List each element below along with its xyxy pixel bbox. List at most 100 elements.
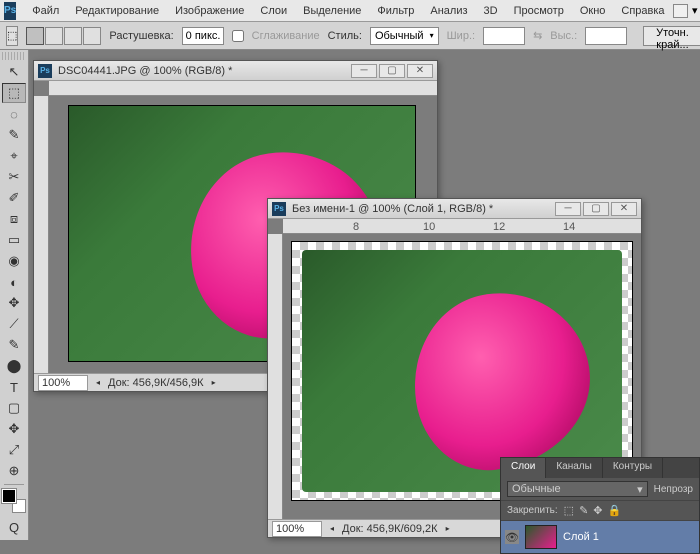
arrow-left-icon[interactable]: ◂ — [330, 524, 334, 533]
type-tool[interactable]: T — [2, 377, 26, 397]
doc-info[interactable]: Док: 456,9К/456,9К — [108, 377, 204, 389]
path-tool[interactable]: ▢ — [2, 398, 26, 418]
layers-panel: Слои Каналы Контуры Обычные▾ Непрозр Зак… — [500, 457, 700, 554]
gradient-tool[interactable]: ✥ — [2, 293, 26, 313]
visibility-toggle[interactable]: 👁 — [505, 530, 519, 544]
minimize-button[interactable]: ─ — [555, 202, 581, 216]
tool-preset-picker[interactable]: ⬚ — [6, 26, 18, 46]
doc-icon: Ps — [38, 64, 52, 78]
eyedropper-tool[interactable]: ✂ — [2, 167, 26, 187]
history-brush-tool[interactable]: ◉ — [2, 251, 26, 271]
image-content — [302, 250, 622, 493]
lock-pixels-icon[interactable]: ⬚ — [564, 504, 574, 517]
hand-tool[interactable]: ⤢ — [2, 440, 26, 460]
minimize-button[interactable]: ─ — [351, 64, 377, 78]
width-input — [483, 27, 525, 45]
arrow-right-icon[interactable]: ▸ — [212, 378, 216, 387]
menu-3d[interactable]: 3D — [476, 3, 506, 19]
wand-tool[interactable]: ✎ — [2, 125, 26, 145]
stamp-tool[interactable]: ▭ — [2, 230, 26, 250]
selection-add[interactable] — [45, 27, 63, 45]
tab-channels[interactable]: Каналы — [546, 458, 603, 478]
arrow-right-icon[interactable]: ▸ — [446, 524, 450, 533]
feather-input[interactable] — [182, 27, 224, 45]
layer-thumbnail[interactable] — [525, 525, 557, 549]
menu-layers[interactable]: Слои — [252, 3, 295, 19]
chevron-down-icon: ▾ — [430, 31, 434, 40]
layer-name[interactable]: Слой 1 — [563, 531, 599, 543]
toolbox-handle[interactable] — [2, 52, 26, 60]
menubar: Ps Файл Редактирование Изображение Слои … — [0, 0, 700, 22]
menu-file[interactable]: Файл — [24, 3, 67, 19]
maximize-button[interactable]: ▢ — [379, 64, 405, 78]
blend-mode-select[interactable]: Обычные▾ — [507, 481, 648, 497]
titlebar[interactable]: Ps DSC04441.JPG @ 100% (RGB/8) * ─ ▢ ✕ — [34, 61, 437, 81]
antialias-label: Сглаживание — [252, 30, 320, 42]
blur-tool[interactable]: ⟋ — [2, 314, 26, 334]
zoom-input[interactable]: 100% — [272, 521, 322, 537]
pen-tool[interactable]: ⬤ — [2, 356, 26, 376]
style-select[interactable]: Обычный▾ — [370, 27, 439, 45]
refine-edge-button[interactable]: Уточн. край... — [643, 26, 700, 46]
menu-view[interactable]: Просмотр — [506, 3, 572, 19]
maximize-button[interactable]: ▢ — [583, 202, 609, 216]
tab-paths[interactable]: Контуры — [603, 458, 663, 478]
antialias-checkbox[interactable] — [232, 30, 244, 42]
document-title: DSC04441.JPG @ 100% (RGB/8) * — [58, 65, 351, 77]
feather-label: Растушевка: — [109, 30, 173, 42]
doc-info[interactable]: Док: 456,9К/609,2К — [342, 523, 438, 535]
close-button[interactable]: ✕ — [611, 202, 637, 216]
height-label: Выс.: — [550, 30, 577, 42]
app-logo: Ps — [4, 2, 16, 20]
chevron-down-icon: ▾ — [637, 483, 643, 496]
ruler-horizontal[interactable]: 8 10 12 14 — [283, 219, 641, 234]
menu-filter[interactable]: Фильтр — [369, 3, 422, 19]
foreground-color[interactable] — [2, 489, 16, 503]
zoom-tool[interactable]: ⊕ — [2, 461, 26, 481]
lock-label: Закрепить: — [507, 505, 558, 516]
document-title: Без имени-1 @ 100% (Слой 1, RGB/8) * — [292, 203, 555, 215]
options-bar: ⬚ Растушевка: Сглаживание Стиль: Обычный… — [0, 22, 700, 50]
selection-subtract[interactable] — [64, 27, 82, 45]
selection-new[interactable] — [26, 27, 44, 45]
menu-edit[interactable]: Редактирование — [67, 3, 167, 19]
menu-window[interactable]: Окно — [572, 3, 614, 19]
lasso-tool[interactable]: ◌ — [2, 104, 26, 124]
color-swatches[interactable] — [2, 489, 26, 513]
dodge-tool[interactable]: ✎ — [2, 335, 26, 355]
brush-tool[interactable]: ⧈ — [2, 209, 26, 229]
style-label: Стиль: — [328, 30, 362, 42]
selection-intersect[interactable] — [83, 27, 101, 45]
height-input — [585, 27, 627, 45]
eraser-tool[interactable]: ◐ — [2, 272, 26, 292]
layer-row[interactable]: 👁 Слой 1 — [501, 521, 699, 553]
screen-mode-button[interactable] — [673, 4, 688, 18]
ruler-vertical[interactable] — [268, 234, 283, 519]
menu-analysis[interactable]: Анализ — [422, 3, 475, 19]
arrow-down-icon: ▾ — [692, 4, 698, 17]
arrow-left-icon[interactable]: ◂ — [96, 378, 100, 387]
selection-mode-group — [26, 27, 101, 45]
menu-image[interactable]: Изображение — [167, 3, 252, 19]
marquee-tool[interactable]: ⬚ — [2, 83, 26, 103]
crop-tool[interactable]: ⌖ — [2, 146, 26, 166]
move-tool[interactable]: ↖ — [2, 62, 26, 82]
menu-select[interactable]: Выделение — [295, 3, 369, 19]
toolbox: ↖ ⬚ ◌ ✎ ⌖ ✂ ✐ ⧈ ▭ ◉ ◐ ✥ ⟋ ✎ ⬤ T ▢ ✥ ⤢ ⊕ … — [0, 50, 29, 540]
healing-tool[interactable]: ✐ — [2, 188, 26, 208]
quickmask-tool[interactable]: Q — [2, 517, 26, 537]
lock-brush-icon[interactable]: ✎ — [579, 504, 588, 517]
opacity-label: Непрозр — [654, 484, 693, 495]
swap-icon: ⇆ — [533, 29, 542, 42]
lock-position-icon[interactable]: ✥ — [593, 504, 602, 517]
zoom-input[interactable]: 100% — [38, 375, 88, 391]
lock-all-icon[interactable]: 🔒 — [608, 504, 622, 517]
width-label: Шир.: — [447, 30, 475, 42]
close-button[interactable]: ✕ — [407, 64, 433, 78]
ruler-horizontal[interactable] — [49, 81, 437, 96]
ruler-vertical[interactable] — [34, 96, 49, 373]
titlebar[interactable]: Ps Без имени-1 @ 100% (Слой 1, RGB/8) * … — [268, 199, 641, 219]
tab-layers[interactable]: Слои — [501, 458, 546, 478]
shape-tool[interactable]: ✥ — [2, 419, 26, 439]
menu-help[interactable]: Справка — [613, 3, 672, 19]
